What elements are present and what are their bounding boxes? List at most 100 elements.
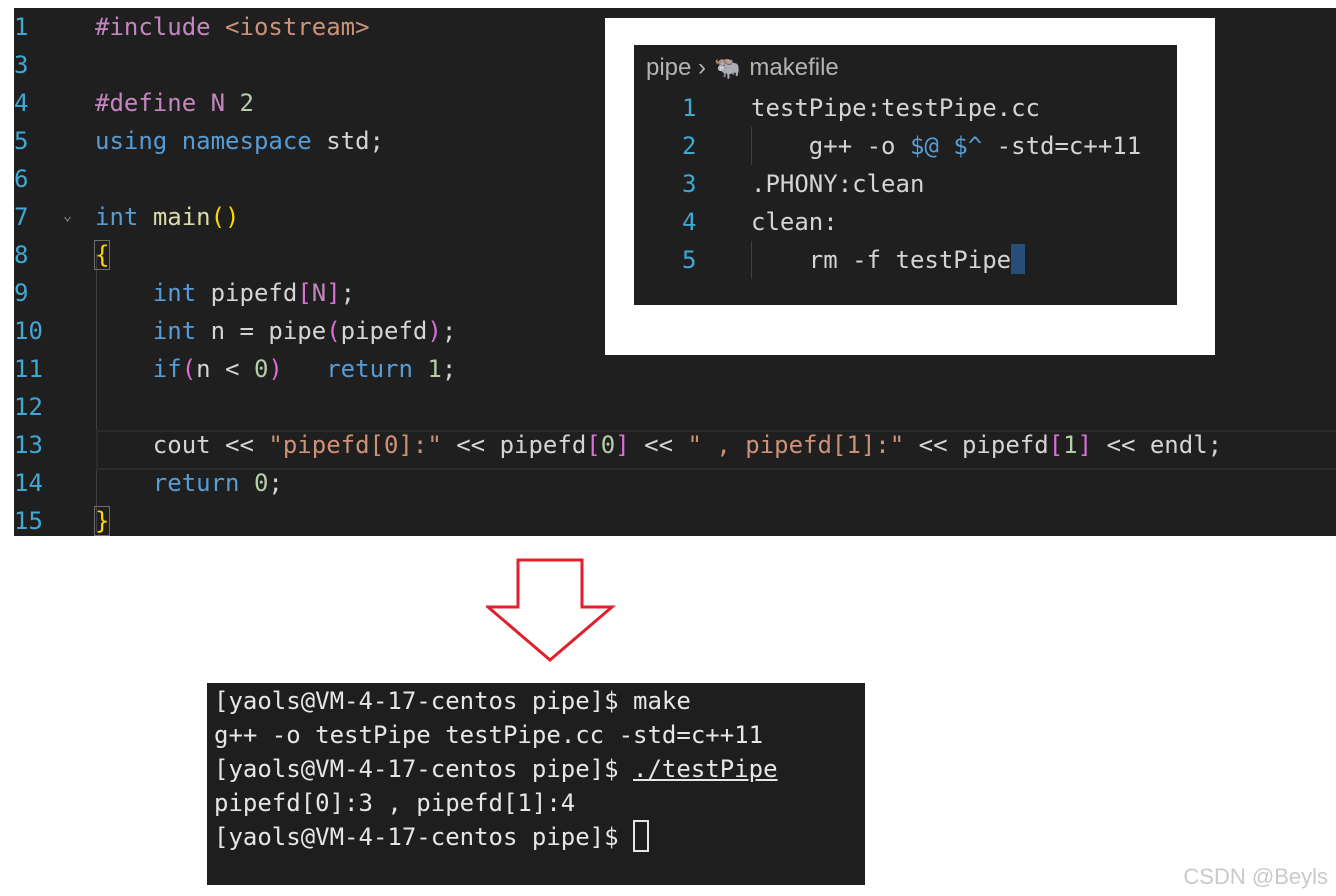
code-token: int	[95, 203, 139, 231]
code-token: using	[95, 127, 168, 155]
code-token: }	[93, 506, 111, 536]
code-token: ()	[210, 203, 240, 231]
editor-line[interactable]: 14 return 0;	[14, 464, 1336, 502]
code-token: main	[152, 203, 211, 231]
code-token: ]	[1077, 431, 1093, 459]
line-code: using namespace std;	[95, 122, 384, 160]
breadcrumb-folder[interactable]: pipe	[646, 54, 691, 81]
code-token: clean:	[751, 208, 838, 236]
code-token: 0	[253, 355, 269, 383]
code-token: " , pipefd[1]:"	[687, 431, 905, 459]
code-token: <iostream>	[225, 13, 370, 41]
line-code: #define N 2	[95, 84, 254, 122]
code-token: #include	[95, 13, 226, 41]
line-number: 9	[14, 279, 29, 307]
code-token: N	[210, 89, 226, 117]
code-token: cout <<	[95, 431, 269, 459]
line-code: cout << "pipefd[0]:" << pipefd[0] << " ,…	[95, 426, 1222, 464]
code-token: .PHONY:clean	[751, 170, 925, 198]
code-token: (	[181, 355, 197, 383]
line-code: .PHONY:clean	[751, 165, 924, 203]
chevron-down-icon[interactable]: ⌄	[63, 208, 77, 223]
shell-prompt: [yaols@VM-4-17-centos pipe]$	[214, 823, 634, 851]
makefile-line[interactable]: 3 .PHONY:clean	[634, 165, 1177, 203]
terminal-line: [yaols@VM-4-17-centos pipe]$	[214, 820, 650, 854]
editor-line[interactable]: 11 if(n < 0) return 1;	[14, 350, 1336, 388]
terminal-line: [yaols@VM-4-17-centos pipe]$ make	[214, 687, 691, 715]
code-token: return	[326, 355, 413, 383]
code-token: ;	[268, 469, 283, 497]
code-token: )	[268, 355, 283, 383]
code-token: pipefd	[340, 317, 428, 345]
code-token: << endl;	[1092, 431, 1223, 459]
code-token: N	[311, 279, 327, 307]
line-number: 11	[14, 355, 43, 383]
code-token: ;	[441, 355, 457, 383]
makefile-line[interactable]: 5 rm -f testPipe	[634, 241, 1177, 279]
editor-line[interactable]: 15}	[14, 502, 1336, 536]
code-token: << pipefd	[904, 431, 1049, 459]
line-number: 5	[682, 246, 697, 274]
terminal-line: g++ -o testPipe testPipe.cc -std=c++11	[214, 721, 764, 749]
breadcrumb-file[interactable]: makefile	[749, 54, 838, 81]
line-code: return 0;	[95, 464, 283, 502]
line-number: 4	[682, 208, 697, 236]
line-number: 12	[14, 393, 43, 421]
shell-prompt: [yaols@VM-4-17-centos pipe]$	[214, 755, 634, 783]
breadcrumb[interactable]: pipe › 🐃 makefile	[646, 53, 839, 83]
code-token: int	[152, 279, 197, 307]
line-code: clean:	[751, 203, 838, 241]
code-token: int	[152, 317, 197, 345]
code-token: #define	[95, 89, 211, 117]
makefile-line[interactable]: 4 clean:	[634, 203, 1177, 241]
code-token: namespace	[181, 127, 312, 155]
code-token: n = pipe	[196, 317, 327, 345]
line-number: 4	[14, 89, 29, 117]
line-number: 6	[14, 165, 29, 193]
code-token: rm -f testPipe	[751, 246, 1012, 274]
line-number: 14	[14, 469, 43, 497]
line-number: 7	[14, 203, 29, 231]
code-token: 1	[427, 355, 442, 383]
line-code: g++ -o $@ $^ -std=c++11	[751, 127, 1141, 165]
makefile-line[interactable]: 2 g++ -o $@ $^ -std=c++11	[634, 127, 1177, 165]
terminal-window[interactable]: [yaols@VM-4-17-centos pipe]$ make g++ -o …	[207, 683, 865, 885]
down-arrow-icon	[486, 558, 616, 662]
code-token: ;	[340, 279, 356, 307]
command-text: ./testPipe	[633, 755, 778, 783]
code-token: [	[297, 279, 312, 307]
code-token: std;	[311, 127, 384, 155]
code-token: $@	[909, 132, 939, 160]
line-number: 10	[14, 317, 43, 345]
line-code: rm -f testPipe	[751, 241, 1026, 279]
makefile-editor[interactable]: pipe › 🐃 makefile 1 testPipe:testPipe.cc 2…	[634, 45, 1177, 305]
line-code: testPipe:testPipe.cc	[751, 89, 1040, 127]
code-token: <<	[629, 431, 688, 459]
line-code: #include <iostream>	[95, 8, 370, 46]
code-token: "pipefd[0]:"	[268, 431, 442, 459]
code-token: )	[427, 317, 442, 345]
code-token: [	[586, 431, 601, 459]
code-token: 2	[239, 89, 254, 117]
code-token: {	[93, 240, 111, 270]
line-code: }	[93, 502, 111, 536]
code-token: << pipefd	[441, 431, 587, 459]
line-number: 1	[14, 13, 29, 41]
line-code: if(n < 0) return 1;	[95, 350, 456, 388]
makefile-line[interactable]: 1 testPipe:testPipe.cc	[634, 89, 1177, 127]
code-token: -std=c++11	[982, 132, 1142, 160]
editor-line[interactable]: 13 cout << "pipefd[0]:" << pipefd[0] << …	[14, 426, 1336, 464]
editor-line[interactable]: 12	[14, 388, 1336, 426]
code-token: if	[152, 355, 182, 383]
code-token: $^	[953, 132, 983, 160]
code-token: 0	[600, 431, 616, 459]
terminal-cursor[interactable]	[633, 820, 650, 852]
gnu-icon: 🐃	[714, 55, 742, 80]
code-token: g++ -o	[751, 132, 910, 160]
